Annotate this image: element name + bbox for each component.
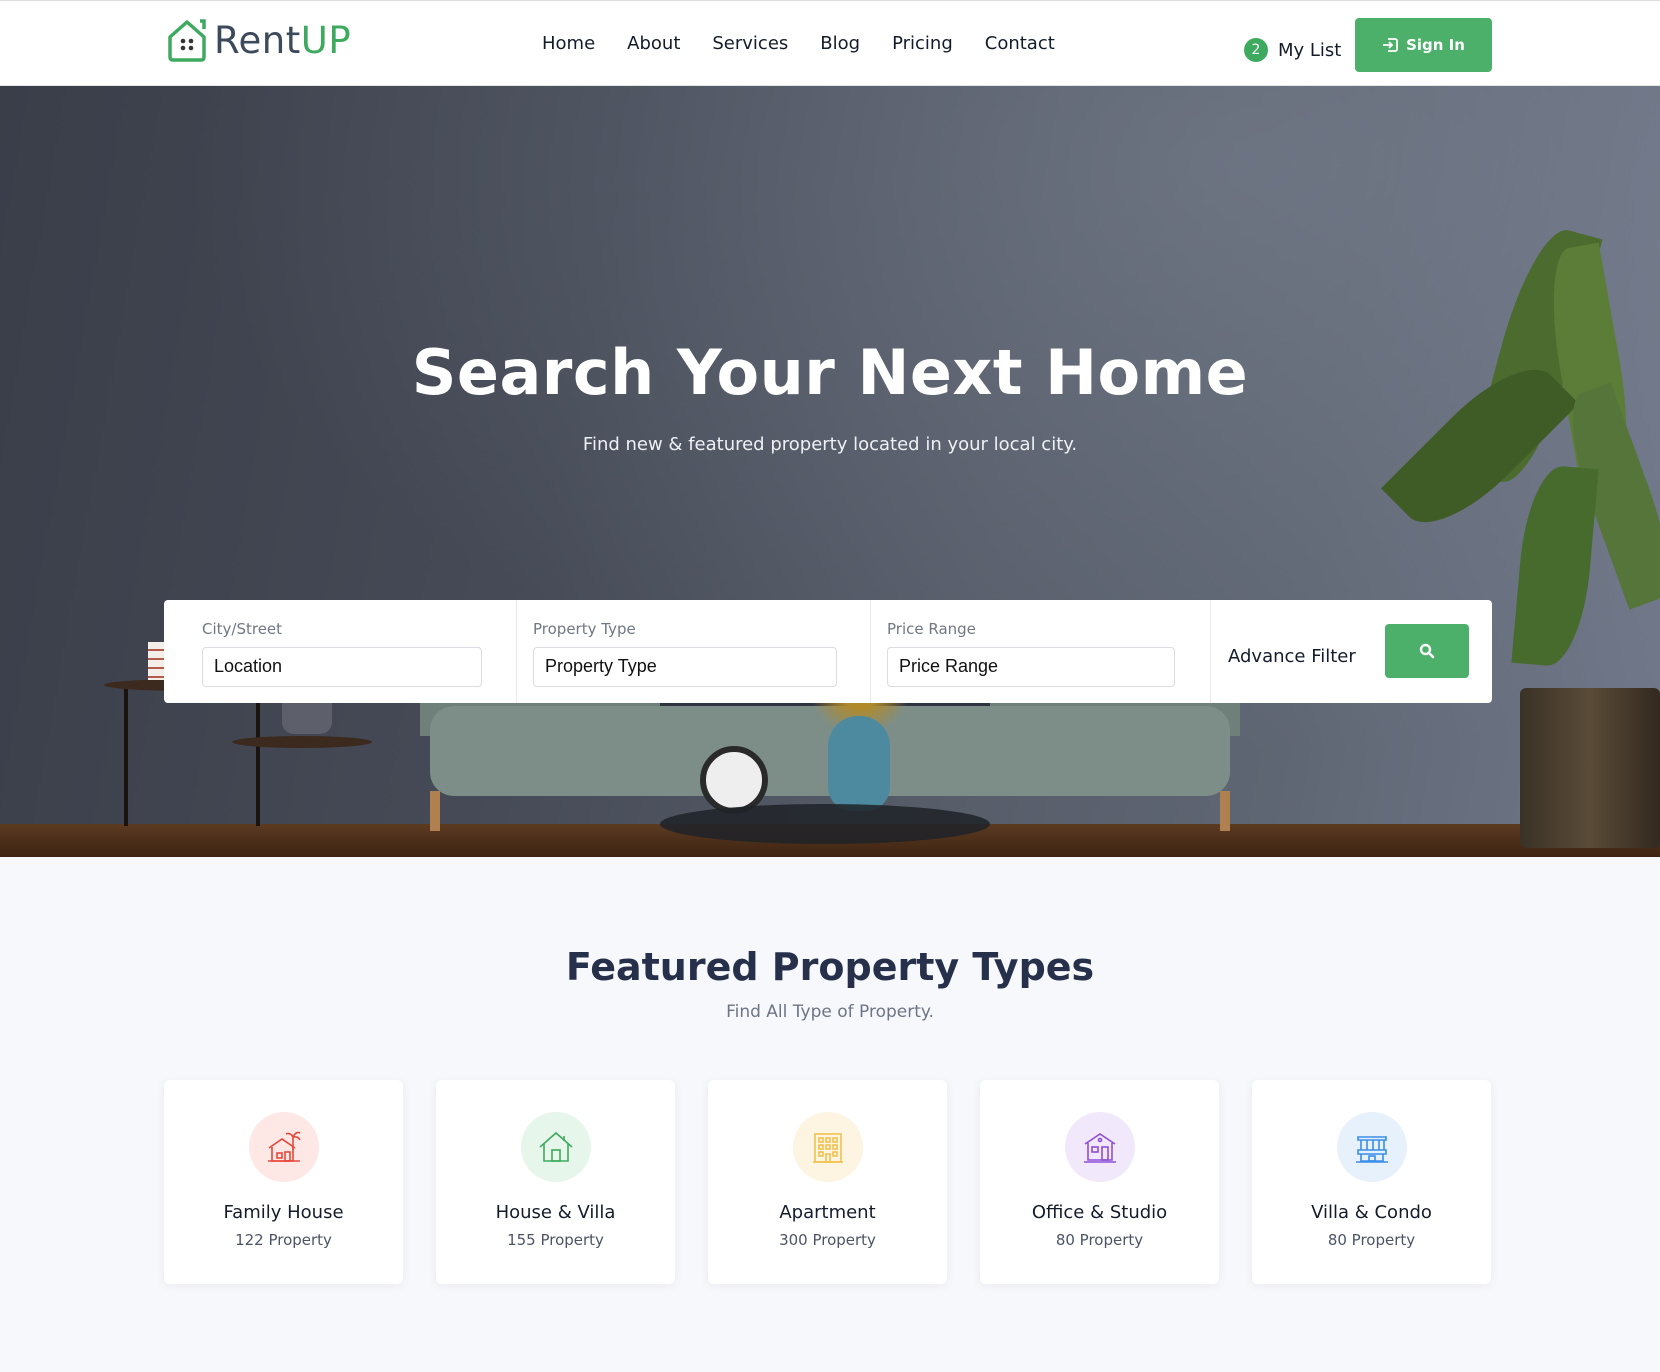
beach-house-icon [249, 1112, 319, 1182]
sign-in-label: Sign In [1406, 36, 1465, 54]
property-type-card-house-villa[interactable]: House & Villa 155 Property [436, 1080, 675, 1284]
field-divider [516, 600, 517, 703]
hero-section: Search Your Next Home Find new & feature… [0, 86, 1660, 857]
price-range-select[interactable]: Price Range [887, 647, 1175, 687]
logo-house-icon [168, 19, 206, 62]
card-title: Villa & Condo [1311, 1202, 1432, 1223]
property-type-card-family-house[interactable]: Family House 122 Property [164, 1080, 403, 1284]
nav-about[interactable]: About [627, 33, 680, 54]
logo-text: RentUP [214, 19, 351, 62]
city-input[interactable]: Location [202, 647, 482, 687]
card-count: 80 Property [1055, 1231, 1144, 1249]
nav-blog[interactable]: Blog [820, 33, 860, 54]
my-list-count-badge: 2 [1244, 38, 1268, 62]
card-count: 155 Property [507, 1231, 604, 1249]
my-list-label: My List [1278, 39, 1342, 61]
featured-title: Featured Property Types [565, 945, 1095, 989]
card-title: Family House [223, 1202, 344, 1223]
property-type-label: Property Type [533, 620, 636, 638]
card-count: 300 Property [779, 1231, 876, 1249]
card-title: Office & Studio [1031, 1202, 1168, 1223]
office-icon [1065, 1112, 1135, 1182]
side-table-leg [256, 686, 260, 826]
property-type-card-office-studio[interactable]: Office & Studio 80 Property [980, 1080, 1219, 1284]
condo-icon [1337, 1112, 1407, 1182]
property-type-cards: Family House 122 Property House & Villa … [164, 1080, 1492, 1284]
plant-pot [1520, 688, 1660, 848]
card-title: House & Villa [495, 1202, 616, 1223]
nav-pricing[interactable]: Pricing [892, 33, 953, 54]
logo-text-part1: Rent [214, 18, 301, 62]
property-type-card-apartment[interactable]: Apartment 300 Property [708, 1080, 947, 1284]
price-range-field-group: Price Range Price Range [887, 600, 1175, 703]
sign-in-button[interactable]: Sign In [1355, 18, 1492, 72]
side-table-leg [124, 686, 128, 826]
city-field-group: City/Street Location [202, 600, 482, 703]
nav-home[interactable]: Home [542, 33, 595, 54]
search-icon [1419, 643, 1435, 659]
nav-services[interactable]: Services [712, 33, 788, 54]
main-nav: Home About Services Blog Pricing Contact [542, 33, 1087, 54]
my-list-link[interactable]: 2 My List [1244, 38, 1341, 62]
card-count: 80 Property [1327, 1231, 1416, 1249]
coffee-table [660, 804, 990, 844]
search-button[interactable] [1385, 624, 1469, 678]
property-type-field-group: Property Type Property Type [533, 600, 837, 703]
logo[interactable]: RentUP [164, 17, 351, 63]
nav-contact[interactable]: Contact [985, 33, 1055, 54]
hero-subtitle: Find new & featured property located in … [582, 434, 1078, 455]
sofa-leg [1220, 791, 1230, 831]
featured-subtitle: Find All Type of Property. [726, 1002, 934, 1022]
property-type-select[interactable]: Property Type [533, 647, 837, 687]
side-table-top [232, 736, 372, 748]
price-range-label: Price Range [887, 620, 976, 638]
building-icon [793, 1112, 863, 1182]
vase [828, 716, 890, 811]
advance-filter-link[interactable]: Advance Filter [1228, 646, 1356, 667]
card-title: Apartment [779, 1202, 876, 1223]
city-field-label: City/Street [202, 620, 283, 638]
alarm-clock [700, 746, 768, 814]
logo-text-part2: UP [300, 18, 352, 62]
hero-title: Search Your Next Home [411, 336, 1249, 409]
sign-in-icon [1383, 38, 1398, 52]
search-bar: City/Street Location Property Type Prope… [164, 600, 1492, 703]
card-count: 122 Property [235, 1231, 332, 1249]
field-divider [1210, 600, 1211, 703]
property-type-card-villa-condo[interactable]: Villa & Condo 80 Property [1252, 1080, 1491, 1284]
site-header: RentUP Home About Services Blog Pricing … [0, 0, 1660, 86]
field-divider [870, 600, 871, 703]
house-icon [521, 1112, 591, 1182]
sofa-leg [430, 791, 440, 831]
